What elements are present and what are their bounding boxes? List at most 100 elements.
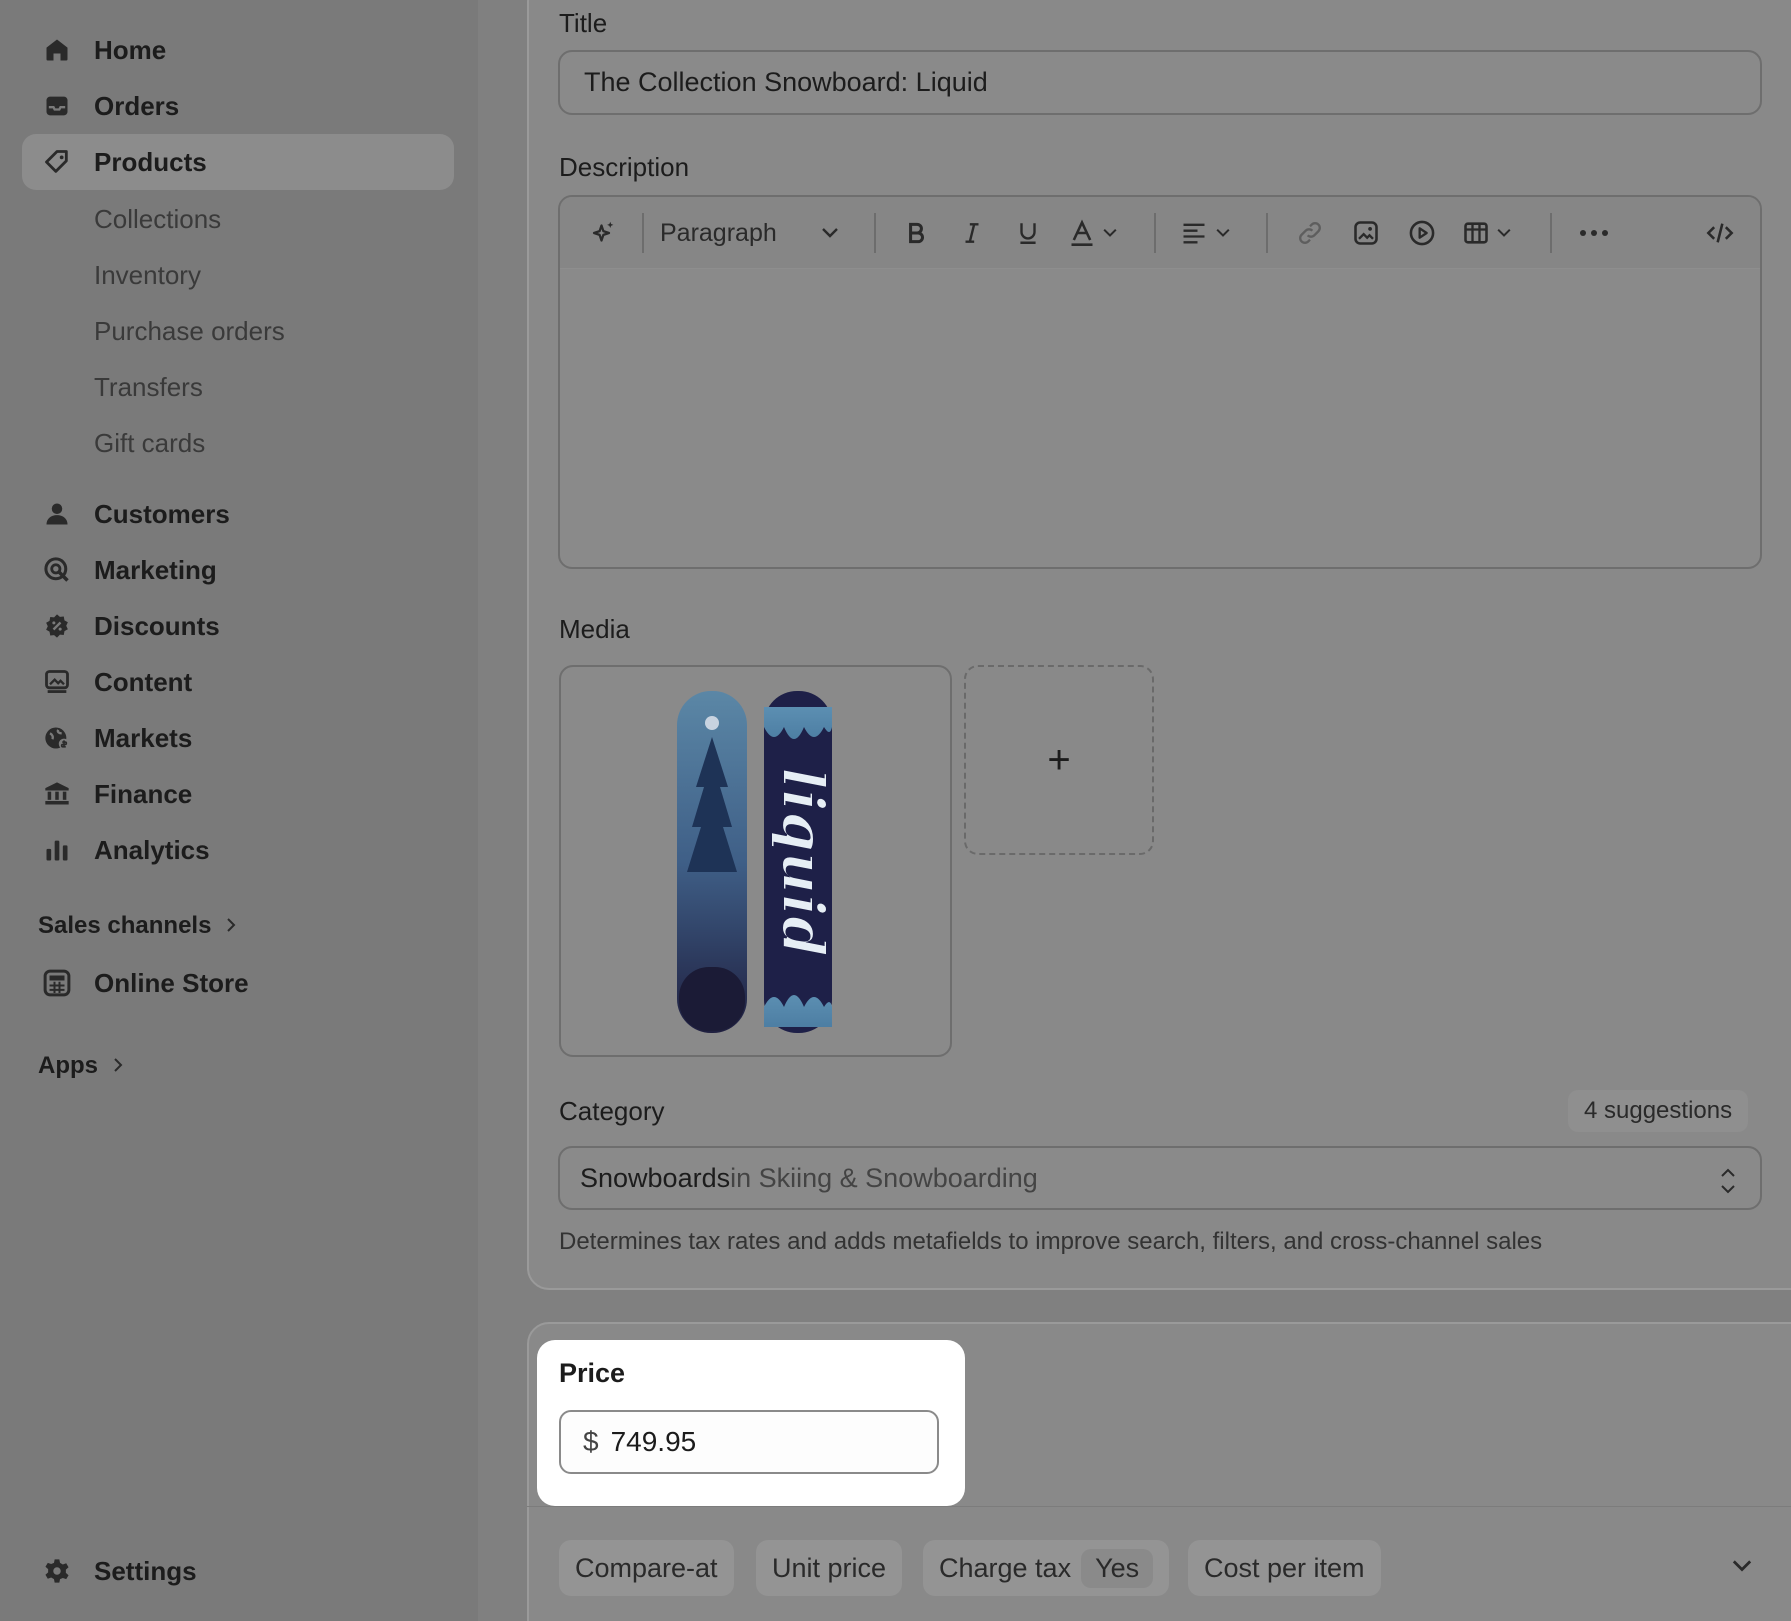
sidebar-subitem-purchase-orders[interactable]: Purchase orders <box>94 316 285 347</box>
link-icon <box>1299 222 1321 244</box>
sidebar-item-home[interactable]: Home <box>22 22 454 78</box>
chevron-down-icon <box>821 228 838 238</box>
sidebar-item-marketing[interactable]: Marketing <box>22 542 454 598</box>
align-left-icon <box>1183 223 1205 244</box>
ai-sparkle-button[interactable] <box>582 211 626 255</box>
apps-header[interactable]: Apps <box>38 1052 124 1080</box>
chevron-right-icon <box>225 912 237 940</box>
underline-button[interactable] <box>1006 211 1050 255</box>
image-icon <box>1354 221 1378 245</box>
cost-per-item-button[interactable]: Cost per item <box>1188 1540 1381 1596</box>
bold-button[interactable] <box>894 211 938 255</box>
chevron-down-icon <box>1497 228 1511 237</box>
more-horizontal-icon <box>1580 230 1608 236</box>
italic-icon <box>965 223 979 243</box>
category-select[interactable]: Snowboards in Skiing & Snowboarding <box>558 1146 1762 1210</box>
category-name: Snowboards <box>580 1162 731 1193</box>
sidebar-item-label: Content <box>94 666 193 697</box>
chevron-down-icon <box>1216 228 1230 237</box>
expand-pricing-button[interactable] <box>1728 1552 1756 1580</box>
sidebar-subitem-inventory[interactable]: Inventory <box>94 260 201 291</box>
title-value: The Collection Snowboard: Liquid <box>584 67 988 97</box>
store-icon <box>42 968 72 998</box>
globe-icon <box>42 723 72 753</box>
category-help-text: Determines tax rates and adds metafields… <box>559 1228 1543 1255</box>
title-label: Title <box>559 8 608 38</box>
sidebar-subitem-gift-cards[interactable]: Gift cards <box>94 428 205 459</box>
add-media-button[interactable]: + <box>964 665 1154 855</box>
italic-button[interactable] <box>950 211 994 255</box>
bold-icon <box>909 222 924 244</box>
target-icon <box>42 555 72 585</box>
sales-channels-label: Sales channels <box>38 912 212 939</box>
toolbar-divider <box>1550 213 1552 253</box>
snowboard-text: liquid <box>769 767 837 956</box>
inbox-icon <box>42 91 72 121</box>
sidebar-item-label: Settings <box>94 1555 197 1586</box>
toolbar-divider <box>874 213 876 253</box>
sidebar-item-label: Online Store <box>94 967 249 998</box>
snowboard-image: liquid <box>677 691 838 1033</box>
sales-channels-header[interactable]: Sales channels <box>38 912 237 940</box>
gear-icon <box>42 1556 72 1586</box>
category-suggestions-badge[interactable]: 4 suggestions <box>1568 1090 1749 1132</box>
price-input[interactable]: $ 749.95 <box>559 1410 939 1474</box>
sidebar-item-online-store[interactable]: Online Store <box>22 955 454 1011</box>
toolbar-divider <box>642 213 644 253</box>
cost-per-item-label: Cost per item <box>1204 1552 1365 1583</box>
text-color-button[interactable] <box>1062 211 1124 255</box>
home-icon <box>42 35 72 65</box>
discount-icon <box>42 611 72 641</box>
sparkle-icon <box>592 221 614 242</box>
charge-tax-value: Yes <box>1081 1548 1154 1588</box>
bar-chart-icon <box>42 835 72 865</box>
sidebar-item-analytics[interactable]: Analytics <box>22 822 454 878</box>
sidebar-item-settings[interactable]: Settings <box>22 1543 454 1599</box>
price-highlight: Price $ 749.95 <box>537 1340 965 1506</box>
description-editor[interactable]: Paragraph <box>558 195 1762 569</box>
html-view-button[interactable] <box>1698 211 1742 255</box>
person-icon <box>42 499 72 529</box>
play-icon <box>1409 220 1435 246</box>
suggestions-label: 4 suggestions <box>1584 1097 1733 1124</box>
unit-price-button[interactable]: Unit price <box>756 1540 903 1596</box>
chevron-down-icon <box>1103 228 1117 237</box>
insert-image-button[interactable] <box>1344 211 1388 255</box>
compare-at-button[interactable]: Compare-at <box>559 1540 734 1596</box>
sidebar-item-label: Products <box>94 146 207 177</box>
image-icon <box>42 667 72 697</box>
code-icon <box>1706 223 1734 243</box>
media-thumbnail[interactable]: liquid <box>559 665 952 1057</box>
paragraph-dropdown[interactable]: Paragraph <box>660 211 860 255</box>
toolbar-divider <box>1266 213 1268 253</box>
sidebar-item-label: Marketing <box>94 554 217 585</box>
insert-table-button[interactable] <box>1456 211 1518 255</box>
sidebar-item-products[interactable]: Products <box>22 134 454 190</box>
compare-at-label: Compare-at <box>575 1552 718 1583</box>
chevron-right-icon <box>112 1052 124 1080</box>
description-label: Description <box>559 152 690 182</box>
sidebar-item-label: Analytics <box>94 834 210 865</box>
editor-toolbar: Paragraph <box>560 197 1760 269</box>
charge-tax-label: Charge tax <box>939 1552 1072 1583</box>
sidebar-item-markets[interactable]: Markets <box>22 710 454 766</box>
sidebar-item-content[interactable]: Content <box>22 654 454 710</box>
sidebar-item-label: Customers <box>94 498 230 529</box>
sidebar-item-discounts[interactable]: Discounts <box>22 598 454 654</box>
sidebar-item-finance[interactable]: Finance <box>22 766 454 822</box>
unit-price-label: Unit price <box>772 1552 887 1583</box>
sidebar-item-label: Discounts <box>94 610 220 641</box>
sidebar-item-orders[interactable]: Orders <box>22 78 454 134</box>
sidebar-subitem-transfers[interactable]: Transfers <box>94 372 203 403</box>
sidebar-item-customers[interactable]: Customers <box>22 486 454 542</box>
tag-icon <box>42 147 72 177</box>
sidebar-subitem-collections[interactable]: Collections <box>94 204 221 235</box>
text-color-icon <box>1071 219 1093 246</box>
toolbar-divider <box>1154 213 1156 253</box>
title-input[interactable]: The Collection Snowboard: Liquid <box>558 50 1762 115</box>
charge-tax-button[interactable]: Charge tax Yes <box>923 1540 1170 1596</box>
insert-video-button[interactable] <box>1400 211 1444 255</box>
link-button[interactable] <box>1288 211 1332 255</box>
more-options-button[interactable] <box>1572 211 1616 255</box>
align-button[interactable] <box>1174 211 1236 255</box>
